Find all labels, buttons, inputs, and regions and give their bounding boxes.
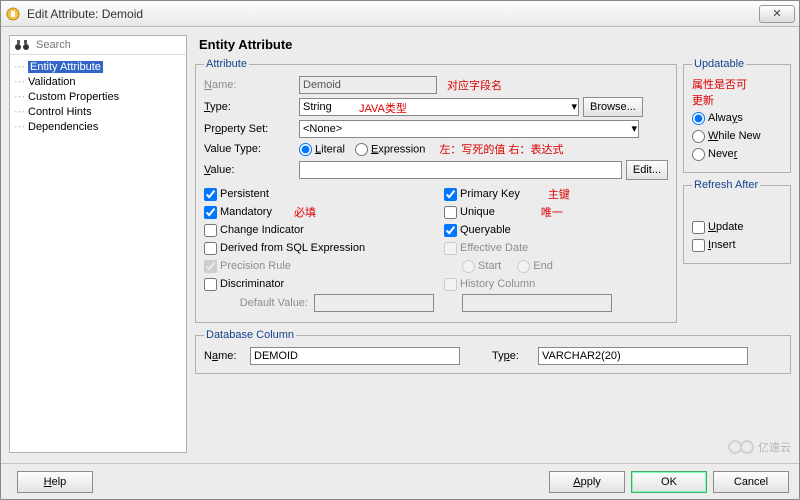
refresh-update-check[interactable] bbox=[692, 221, 705, 234]
literal-radio[interactable]: Literal bbox=[299, 143, 345, 156]
apply-button[interactable]: Apply bbox=[549, 471, 625, 493]
db-name-field[interactable] bbox=[250, 347, 460, 365]
close-icon: ✕ bbox=[772, 7, 781, 20]
while-new-radio[interactable] bbox=[692, 130, 705, 143]
footer: Help Apply OK Cancel bbox=[1, 463, 799, 499]
value-type-annotation: 左：写死的值 右：表达式 bbox=[439, 141, 563, 157]
property-set-select[interactable] bbox=[299, 120, 639, 138]
discriminator-check[interactable] bbox=[204, 278, 217, 291]
updatable-annotation-1: 属性是否可 bbox=[692, 76, 782, 92]
chevron-down-icon[interactable]: ▾ bbox=[571, 100, 577, 113]
default-value-field bbox=[314, 294, 434, 312]
attribute-fieldset: Attribute Name: 对应字段名 Type: JAVA类型 ▾ bbox=[195, 58, 677, 323]
effective-date-check bbox=[444, 242, 457, 255]
unique-check[interactable] bbox=[444, 206, 457, 219]
window-title: Edit Attribute: Demoid bbox=[27, 7, 759, 21]
primary-key-check[interactable] bbox=[444, 188, 457, 201]
derived-check[interactable] bbox=[204, 242, 217, 255]
history-column-select bbox=[462, 294, 612, 312]
app-icon bbox=[5, 6, 21, 22]
unique-annotation: 唯一 bbox=[541, 204, 563, 220]
updatable-annotation-2: 更新 bbox=[692, 92, 782, 108]
type-annotation: JAVA类型 bbox=[359, 100, 407, 116]
watermark: 亿速云 bbox=[728, 439, 791, 455]
dialog-window: Edit Attribute: Demoid ✕ ⋯Entity Attribu… bbox=[0, 0, 800, 500]
search-box[interactable] bbox=[10, 36, 186, 55]
end-radio bbox=[517, 260, 530, 273]
type-label: Type: bbox=[204, 101, 299, 113]
nav-item-dependencies[interactable]: ⋯Dependencies bbox=[12, 119, 184, 134]
refresh-after-fieldset: Refresh After Update Insert bbox=[683, 179, 791, 264]
titlebar: Edit Attribute: Demoid ✕ bbox=[1, 1, 799, 27]
nav-panel: ⋯Entity Attribute ⋯Validation ⋯Custom Pr… bbox=[9, 35, 187, 453]
chevron-down-icon[interactable]: ▾ bbox=[631, 122, 637, 135]
nav-item-entity-attribute[interactable]: ⋯Entity Attribute bbox=[12, 59, 184, 74]
mandatory-annotation: 必填 bbox=[294, 204, 316, 220]
history-column-check bbox=[444, 278, 457, 291]
never-radio[interactable] bbox=[692, 148, 705, 161]
start-radio bbox=[462, 260, 475, 273]
database-column-fieldset: Database Column Name: Type: bbox=[195, 329, 791, 374]
updatable-legend: Updatable bbox=[692, 58, 746, 70]
attribute-legend: Attribute bbox=[204, 58, 249, 70]
value-field[interactable] bbox=[299, 161, 622, 179]
nav-item-control-hints[interactable]: ⋯Control Hints bbox=[12, 104, 184, 119]
change-indicator-check[interactable] bbox=[204, 224, 217, 237]
db-name-label: Name: bbox=[204, 350, 244, 362]
expression-radio[interactable]: Expression bbox=[355, 143, 425, 156]
precision-rule-check bbox=[204, 260, 217, 273]
type-select[interactable] bbox=[299, 98, 579, 116]
content-panel: Entity Attribute Attribute Name: 对应字段名 T… bbox=[195, 35, 791, 453]
ok-button[interactable]: OK bbox=[631, 471, 707, 493]
value-label: Value: bbox=[204, 164, 299, 176]
close-button[interactable]: ✕ bbox=[759, 5, 795, 23]
binoculars-icon bbox=[14, 38, 30, 52]
refresh-insert-check[interactable] bbox=[692, 239, 705, 252]
page-title: Entity Attribute bbox=[195, 35, 791, 58]
db-type-label: Type: bbox=[492, 350, 532, 362]
primary-annotation: 主键 bbox=[548, 186, 570, 202]
name-annotation: 对应字段名 bbox=[447, 77, 502, 93]
queryable-check[interactable] bbox=[444, 224, 457, 237]
refresh-legend: Refresh After bbox=[692, 179, 760, 191]
default-value-label: Default Value: bbox=[204, 297, 314, 309]
name-label: Name: bbox=[204, 79, 299, 91]
nav-item-custom-properties[interactable]: ⋯Custom Properties bbox=[12, 89, 184, 104]
mandatory-check[interactable] bbox=[204, 206, 217, 219]
updatable-fieldset: Updatable 属性是否可 更新 Always While New Neve… bbox=[683, 58, 791, 173]
help-button[interactable]: Help bbox=[17, 471, 93, 493]
cancel-button[interactable]: Cancel bbox=[713, 471, 789, 493]
browse-button[interactable]: Browse... bbox=[583, 97, 643, 117]
db-legend: Database Column bbox=[204, 329, 296, 341]
db-type-field[interactable] bbox=[538, 347, 748, 365]
edit-button[interactable]: Edit... bbox=[626, 160, 668, 180]
value-type-label: Value Type: bbox=[204, 143, 299, 155]
search-input[interactable] bbox=[34, 38, 182, 52]
property-set-label: Property Set: bbox=[204, 123, 299, 135]
nav-tree: ⋯Entity Attribute ⋯Validation ⋯Custom Pr… bbox=[10, 55, 186, 138]
nav-item-validation[interactable]: ⋯Validation bbox=[12, 74, 184, 89]
always-radio[interactable] bbox=[692, 112, 705, 125]
name-field bbox=[299, 76, 437, 94]
persistent-check[interactable] bbox=[204, 188, 217, 201]
